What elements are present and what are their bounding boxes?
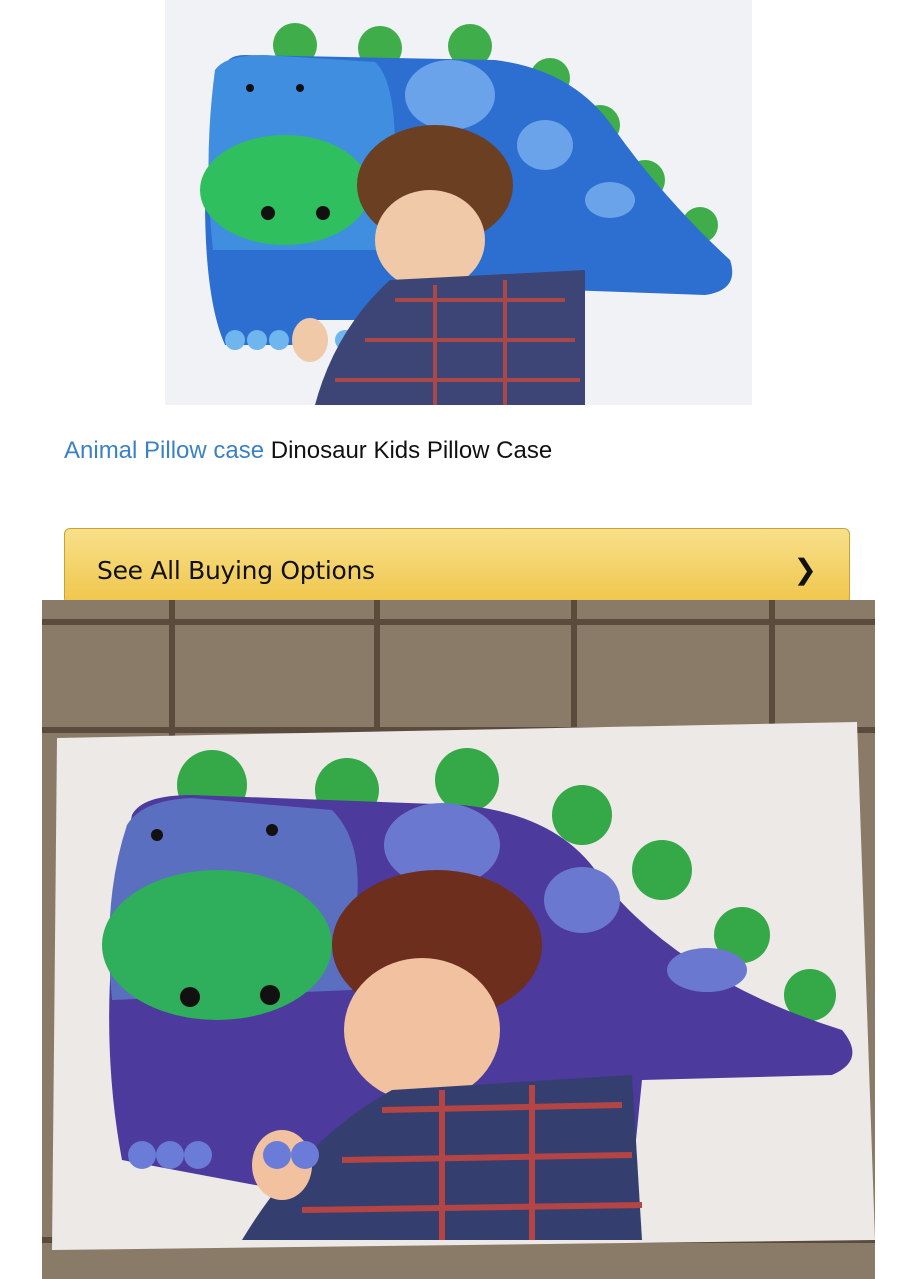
customer-photo[interactable] <box>42 600 875 1279</box>
buy-button-label: See All Buying Options <box>97 556 375 585</box>
product-image[interactable] <box>165 0 752 405</box>
chevron-right-icon: ❯ <box>793 554 817 585</box>
product-title: Animal Pillow case Dinosaur Kids Pillow … <box>64 437 552 465</box>
pillowcase-photo <box>42 600 875 1279</box>
see-all-buying-options-button[interactable]: See All Buying Options ❯ <box>64 528 850 604</box>
dinosaur-pillow-illustration <box>165 0 752 405</box>
category-link[interactable]: Animal Pillow case <box>64 437 264 464</box>
product-title-text: Dinosaur Kids Pillow Case <box>264 437 553 464</box>
